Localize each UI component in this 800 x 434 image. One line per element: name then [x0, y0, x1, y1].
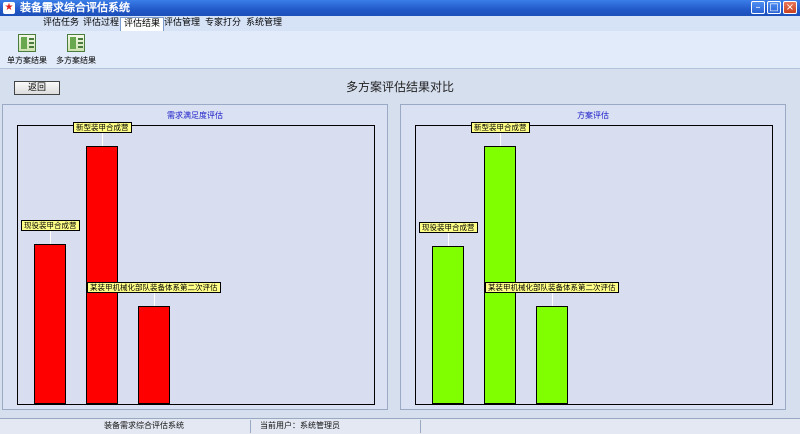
chart-bar: [536, 306, 568, 404]
window-title: 装备需求综合评估系统: [20, 1, 130, 14]
menu-bar: 评估任务 评估过程 评估结果 评估管理 专家打分 系统管理: [0, 16, 800, 31]
data-label: 新型装甲合成营: [73, 122, 132, 133]
status-system-name: 装备需求综合评估系统: [104, 421, 184, 430]
chart-bar: [432, 246, 464, 404]
data-label: 某装甲机械化部队装备体系第二次评估: [485, 282, 619, 293]
data-label: 某装甲机械化部队装备体系第二次评估: [87, 282, 221, 293]
data-label-leader: [552, 292, 553, 306]
menu-expert-score[interactable]: 专家打分: [202, 17, 244, 31]
menu-eval-manage[interactable]: 评估管理: [161, 17, 203, 31]
data-label-leader: [50, 230, 51, 244]
chart-title: 需求满足度评估: [167, 111, 223, 120]
chart-bar: [86, 146, 118, 404]
menu-system-manage[interactable]: 系统管理: [243, 17, 285, 31]
maximize-button[interactable]: □: [767, 1, 781, 14]
chart-plot-demand: 现役装甲合成营 新型装甲合成营某装甲机械化部队装备体系第二次评估: [17, 122, 375, 405]
close-button[interactable]: ×: [783, 1, 797, 14]
back-button[interactable]: 返回: [14, 81, 60, 95]
data-label: 现役装甲合成营: [419, 222, 478, 233]
chart-panel-scheme: 方案评估 现役装甲合成营 新型装甲合成营某装甲机械化部队装备体系第二次评估: [400, 104, 786, 410]
status-current-user: 当前用户：系统管理员: [260, 421, 340, 430]
app-icon: ★: [3, 2, 15, 14]
data-label-leader: [154, 292, 155, 306]
title-bar: ★ 装备需求综合评估系统 – □ ×: [0, 0, 800, 16]
single-scheme-result-button[interactable]: 单方案结果: [0, 34, 55, 68]
menu-eval-process[interactable]: 评估过程: [80, 17, 122, 31]
status-divider: [250, 420, 251, 433]
chart-bar: [34, 244, 66, 404]
chart-bar: [484, 146, 516, 404]
menu-eval-result[interactable]: 评估结果: [120, 17, 165, 31]
data-label-leader: [500, 132, 501, 146]
menu-eval-task[interactable]: 评估任务: [40, 17, 82, 31]
data-label: 新型装甲合成营: [471, 122, 530, 133]
chart-plot-scheme: 现役装甲合成营 新型装甲合成营某装甲机械化部队装备体系第二次评估: [415, 122, 773, 405]
report-icon: [67, 34, 85, 52]
status-bar: 装备需求综合评估系统 当前用户：系统管理员: [0, 418, 800, 434]
data-label-leader: [448, 232, 449, 246]
report-icon: [18, 34, 36, 52]
chart-title: 方案评估: [577, 111, 609, 120]
chart-panel-demand: 需求满足度评估 现役装甲合成营 新型装甲合成营某装甲机械化部队装备体系第二次评估: [2, 104, 388, 410]
data-label-leader: [102, 132, 103, 146]
page-title: 多方案评估结果对比: [345, 80, 454, 94]
data-label: 现役装甲合成营: [21, 220, 80, 231]
minimize-button[interactable]: –: [751, 1, 765, 14]
ribbon-toolbar: 单方案结果 多方案结果: [0, 31, 800, 69]
status-divider: [420, 420, 421, 433]
multi-scheme-result-button[interactable]: 多方案结果: [48, 34, 104, 68]
chart-bar: [138, 306, 170, 404]
